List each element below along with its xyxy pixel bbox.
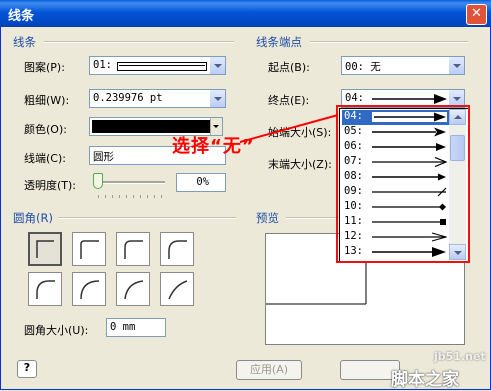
corner-tile-rounded-4[interactable] xyxy=(28,272,62,306)
pattern-select[interactable]: 01: xyxy=(89,56,226,75)
end-size-label: 末端大小(Z): xyxy=(268,158,332,171)
corner-tile-rounded-6[interactable] xyxy=(116,272,150,306)
corner-tile-rounded-5[interactable] xyxy=(72,272,106,306)
apply-button[interactable]: 应用(A) xyxy=(236,360,302,380)
end-arrow-icon xyxy=(372,94,447,104)
corner-tile-rounded-7[interactable] xyxy=(160,272,194,306)
transparency-input[interactable]: 0% xyxy=(176,173,226,192)
transparency-slider-thumb[interactable] xyxy=(93,173,103,189)
weight-select[interactable]: 0.239976 pt xyxy=(89,89,226,108)
corner-size-value: 0 mm xyxy=(110,321,136,333)
weight-label: 粗细(W): xyxy=(24,94,70,107)
close-button[interactable]: ✕ xyxy=(466,4,487,25)
line-section-divider xyxy=(44,41,234,43)
begin-type-value: 00: 无 xyxy=(345,61,381,73)
chevron-down-icon[interactable] xyxy=(209,57,225,74)
end-type-label: 终点(E): xyxy=(268,94,310,107)
apply-button-label: 应用(A) xyxy=(249,363,289,376)
transparency-slider-track[interactable] xyxy=(99,181,165,184)
cap-value: 圆形 xyxy=(93,151,114,163)
help-icon: ? xyxy=(23,361,31,374)
pattern-value: 01: xyxy=(93,59,112,71)
annotation-arrow xyxy=(240,114,339,143)
annotation-text: 选择“无” xyxy=(172,136,255,157)
help-button[interactable]: ? xyxy=(17,360,37,378)
close-icon: ✕ xyxy=(471,6,482,21)
watermark-site: jb51.net xyxy=(434,350,486,363)
ends-section-header: 线条端点 xyxy=(256,35,302,49)
end-type-value: 04: xyxy=(345,92,364,104)
ends-section-divider xyxy=(310,41,468,43)
pattern-label: 图案(P): xyxy=(24,61,65,74)
preview-section-header: 预览 xyxy=(256,211,279,225)
corner-tile-rounded-2[interactable] xyxy=(116,232,150,266)
line-section-header: 线条 xyxy=(13,35,36,49)
chevron-down-icon[interactable] xyxy=(209,90,225,107)
corner-tile-square[interactable] xyxy=(28,232,62,266)
color-label: 颜色(O): xyxy=(24,123,67,136)
corner-size-label: 圆角大小(U): xyxy=(24,324,89,337)
corner-tile-rounded-3[interactable] xyxy=(160,232,194,266)
weight-value: 0.239976 pt xyxy=(93,92,163,104)
corners-section-header: 圆角(R) xyxy=(13,211,53,225)
slider-ticks xyxy=(98,195,168,198)
transparency-value: 0% xyxy=(196,176,209,188)
highlight-box xyxy=(336,105,470,263)
watermark-brand: 脚本之家 xyxy=(391,370,459,390)
corners-section-divider xyxy=(58,217,236,219)
window-title: 线条 xyxy=(8,9,35,24)
corner-size-input[interactable]: 0 mm xyxy=(106,318,166,337)
begin-type-select[interactable]: 00: 无 xyxy=(341,56,465,75)
chevron-down-icon[interactable] xyxy=(448,57,464,74)
begin-type-label: 起点(B): xyxy=(268,61,310,74)
pattern-line-sample xyxy=(117,62,207,71)
cap-label: 线端(C): xyxy=(24,152,66,165)
corner-tile-rounded-1[interactable] xyxy=(72,232,106,266)
transparency-label: 透明度(T): xyxy=(24,179,77,192)
title-bar xyxy=(0,0,491,27)
